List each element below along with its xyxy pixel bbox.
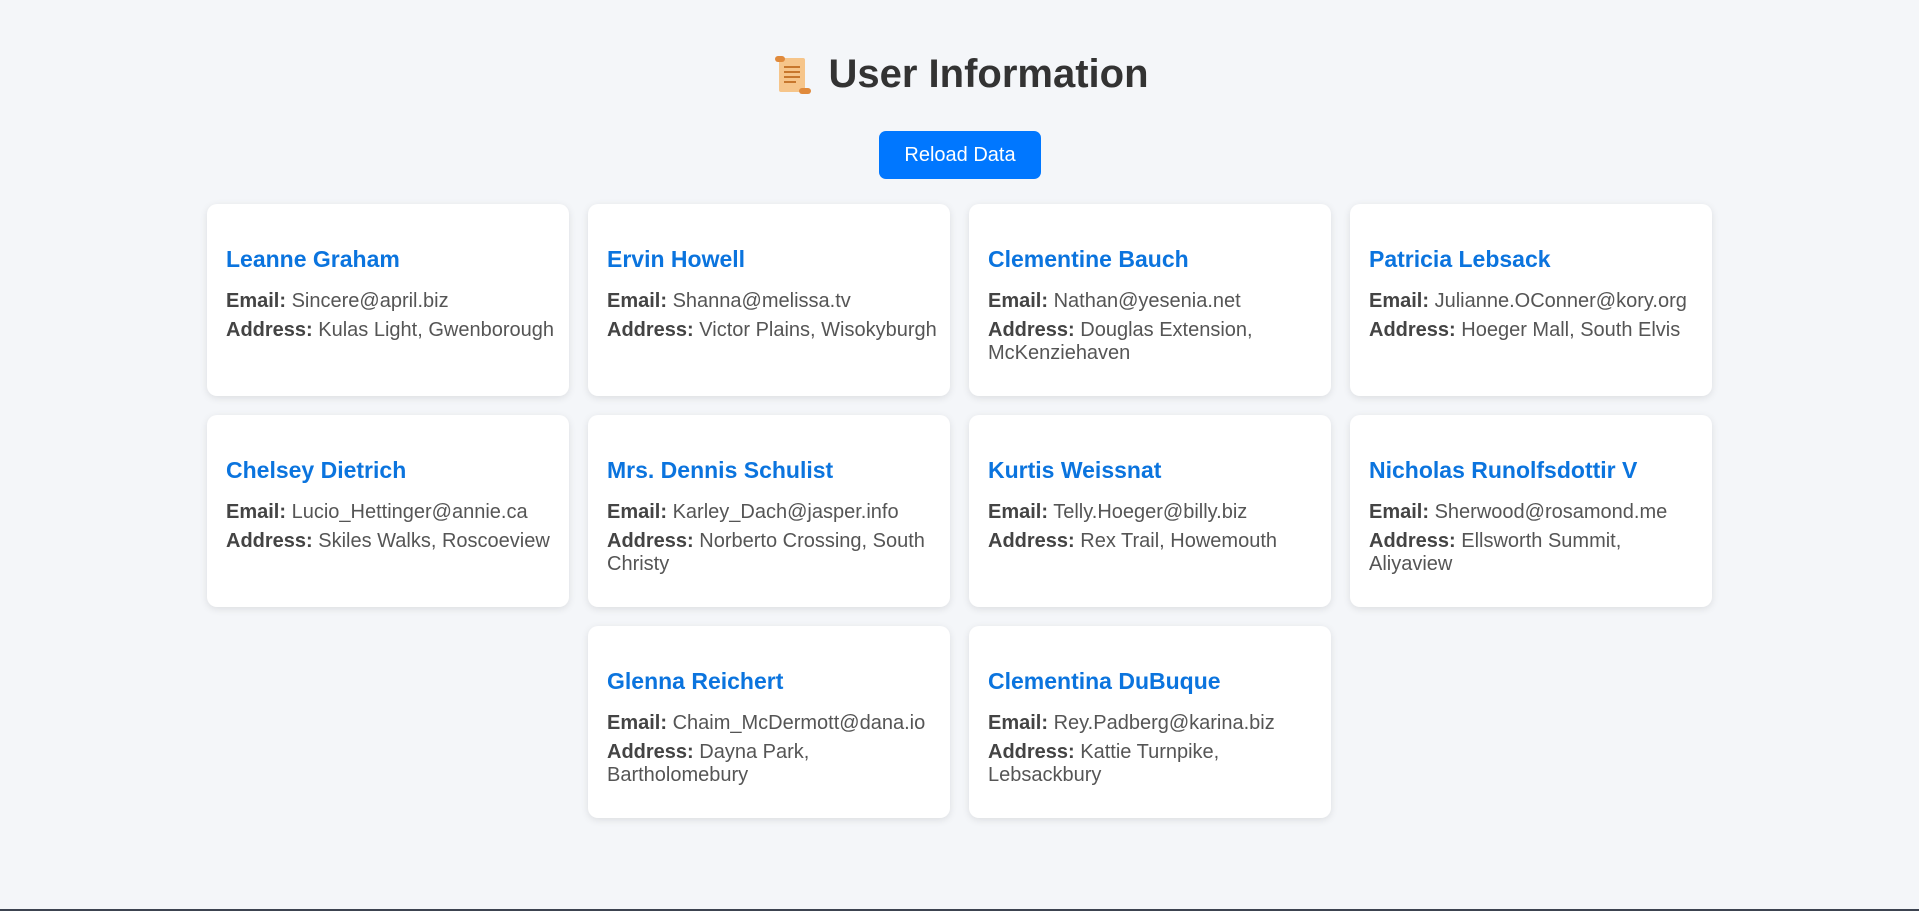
email-value: Nathan@yesenia.net xyxy=(1053,290,1241,312)
user-email: Email: Sherwood@rosamond.me xyxy=(1369,501,1702,524)
address-label: Address: xyxy=(988,530,1075,552)
user-email: Email: Shanna@melissa.tv xyxy=(607,290,940,313)
email-value: Chaim_McDermott@dana.io xyxy=(672,712,926,734)
user-card: Mrs. Dennis Schulist Email: Karley_Dach@… xyxy=(588,415,950,607)
address-value: Victor Plains, Wisokyburgh xyxy=(699,319,937,341)
page: User Information Reload Data Leanne Grah… xyxy=(0,0,1919,911)
user-address: Address: Ellsworth Summit, Aliyaview xyxy=(1369,530,1702,576)
user-email: Email: Julianne.OConner@kory.org xyxy=(1369,290,1702,313)
page-title: User Information xyxy=(828,52,1149,96)
reload-data-button[interactable]: Reload Data xyxy=(879,131,1041,179)
email-label: Email: xyxy=(988,501,1049,523)
address-label: Address: xyxy=(226,530,313,552)
address-value: Rex Trail, Howemouth xyxy=(1080,530,1278,552)
address-label: Address: xyxy=(607,530,694,552)
address-label: Address: xyxy=(607,319,694,341)
user-name: Ervin Howell xyxy=(607,246,746,272)
email-value: Sherwood@rosamond.me xyxy=(1434,501,1668,523)
user-email: Email: Lucio_Hettinger@annie.ca xyxy=(226,501,559,524)
email-value: Sincere@april.biz xyxy=(291,290,449,312)
page-header: User Information xyxy=(0,52,1919,97)
address-value: Hoeger Mall, South Elvis xyxy=(1461,319,1681,341)
address-value: Kulas Light, Gwenborough xyxy=(318,319,554,341)
user-card: Clementine Bauch Email: Nathan@yesenia.n… xyxy=(969,204,1331,396)
address-label: Address: xyxy=(1369,319,1456,341)
email-label: Email: xyxy=(226,501,287,523)
email-value: Julianne.OConner@kory.org xyxy=(1434,290,1687,312)
user-card: Leanne Graham Email: Sincere@april.biz A… xyxy=(207,204,569,396)
email-value: Rey.Padberg@karina.biz xyxy=(1053,712,1275,734)
user-card: Kurtis Weissnat Email: Telly.Hoeger@bill… xyxy=(969,415,1331,607)
user-name: Kurtis Weissnat xyxy=(988,457,1162,483)
user-card: Glenna Reichert Email: Chaim_McDermott@d… xyxy=(588,626,950,818)
user-address: Address: Kattie Turnpike, Lebsackbury xyxy=(988,741,1321,787)
user-email: Email: Telly.Hoeger@billy.biz xyxy=(988,501,1321,524)
user-name: Patricia Lebsack xyxy=(1369,246,1551,272)
scroll-icon xyxy=(775,55,812,94)
user-name: Clementine Bauch xyxy=(988,246,1189,272)
email-label: Email: xyxy=(1369,501,1430,523)
user-card: Clementina DuBuque Email: Rey.Padberg@ka… xyxy=(969,626,1331,818)
address-label: Address: xyxy=(226,319,313,341)
user-address: Address: Skiles Walks, Roscoeview xyxy=(226,530,559,553)
user-card: Patricia Lebsack Email: Julianne.OConner… xyxy=(1350,204,1712,396)
user-email: Email: Chaim_McDermott@dana.io xyxy=(607,712,940,735)
email-value: Karley_Dach@jasper.info xyxy=(672,501,899,523)
address-label: Address: xyxy=(1369,530,1456,552)
user-address: Address: Dayna Park, Bartholomebury xyxy=(607,741,940,787)
user-name: Nicholas Runolfsdottir V xyxy=(1369,457,1638,483)
address-label: Address: xyxy=(988,319,1075,341)
email-label: Email: xyxy=(607,290,668,312)
address-label: Address: xyxy=(988,741,1075,763)
user-email: Email: Nathan@yesenia.net xyxy=(988,290,1321,313)
user-address: Address: Kulas Light, Gwenborough xyxy=(226,319,559,342)
address-value: Skiles Walks, Roscoeview xyxy=(318,530,550,552)
email-label: Email: xyxy=(607,501,668,523)
user-card: Ervin Howell Email: Shanna@melissa.tv Ad… xyxy=(588,204,950,396)
user-name: Clementina DuBuque xyxy=(988,668,1221,694)
user-email: Email: Rey.Padberg@karina.biz xyxy=(988,712,1321,735)
email-value: Shanna@melissa.tv xyxy=(672,290,851,312)
user-name: Chelsey Dietrich xyxy=(226,457,407,483)
email-value: Lucio_Hettinger@annie.ca xyxy=(291,501,528,523)
user-name: Glenna Reichert xyxy=(607,668,784,694)
email-value: Telly.Hoeger@billy.biz xyxy=(1053,501,1248,523)
user-name: Mrs. Dennis Schulist xyxy=(607,457,834,483)
user-address: Address: Norberto Crossing, South Christ… xyxy=(607,530,940,576)
address-label: Address: xyxy=(607,741,694,763)
user-email: Email: Karley_Dach@jasper.info xyxy=(607,501,940,524)
email-label: Email: xyxy=(988,290,1049,312)
user-address: Address: Rex Trail, Howemouth xyxy=(988,530,1321,553)
email-label: Email: xyxy=(1369,290,1430,312)
email-label: Email: xyxy=(607,712,668,734)
user-email: Email: Sincere@april.biz xyxy=(226,290,559,313)
user-address: Address: Victor Plains, Wisokyburgh xyxy=(607,319,940,342)
email-label: Email: xyxy=(988,712,1049,734)
user-name: Leanne Graham xyxy=(226,246,400,272)
user-address: Address: Hoeger Mall, South Elvis xyxy=(1369,319,1702,342)
user-card: Chelsey Dietrich Email: Lucio_Hettinger@… xyxy=(207,415,569,607)
user-address: Address: Douglas Extension, McKenziehave… xyxy=(988,319,1321,365)
email-label: Email: xyxy=(226,290,287,312)
user-card: Nicholas Runolfsdottir V Email: Sherwood… xyxy=(1350,415,1712,607)
